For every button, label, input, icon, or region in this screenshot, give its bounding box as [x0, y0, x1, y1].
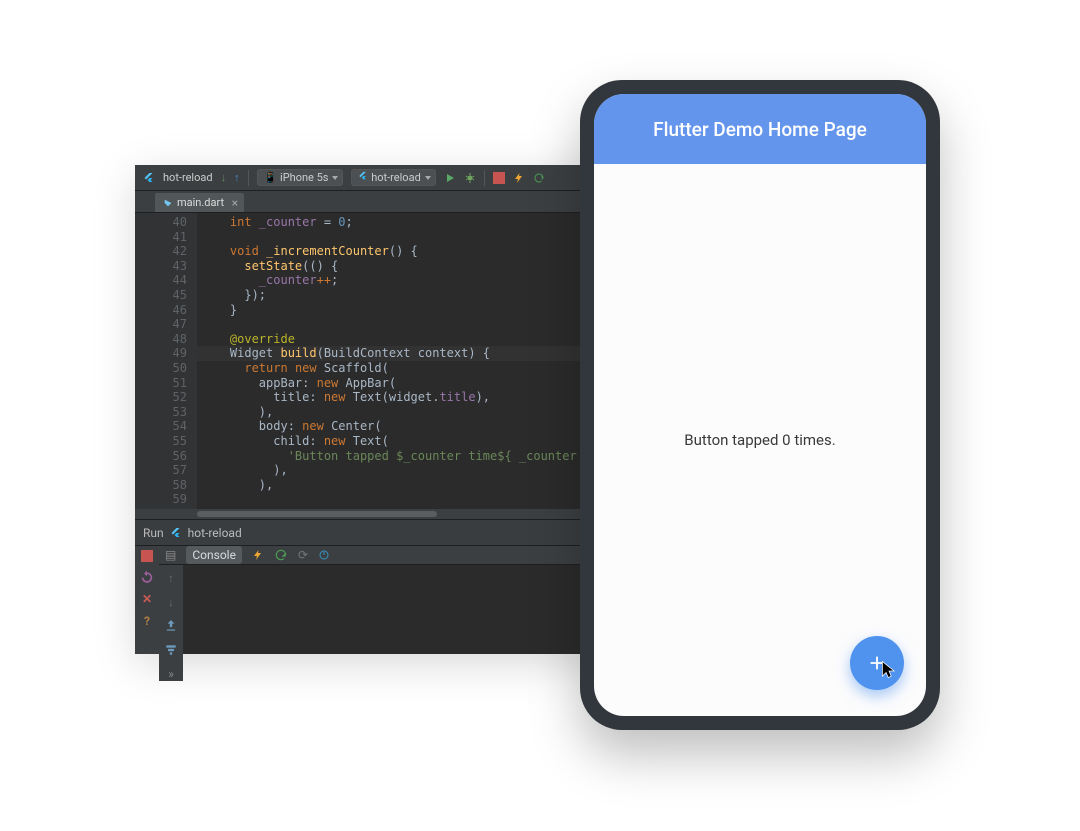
fab-increment[interactable] [850, 636, 904, 690]
toolbar-separator [248, 170, 249, 186]
code-line[interactable]: return new Scaffold( [197, 361, 605, 376]
console-header: ▤ Console ⟳ [159, 546, 605, 565]
filter-icon[interactable] [164, 643, 178, 657]
editor-horizontal-scrollbar[interactable] [135, 509, 605, 519]
code-line[interactable]: void _incrementCounter() { [197, 244, 605, 259]
code-line[interactable]: Widget build(BuildContext context) { [197, 346, 605, 361]
bolt-icon[interactable] [252, 549, 264, 561]
bolt-icon[interactable] [513, 172, 525, 184]
device-frame: Flutter Demo Home Page Button tapped 0 t… [580, 80, 940, 730]
debug-icon[interactable] [464, 172, 476, 184]
device-selector-label: iPhone 5s [280, 171, 328, 184]
hot-restart-icon[interactable] [274, 548, 288, 562]
console-pane: ▤ Console ⟳ ↑ ↓ [159, 546, 605, 654]
line-number-gutter: 4041424344454647484950515253545556575859 [135, 213, 197, 509]
code-line[interactable] [197, 317, 605, 332]
code-line[interactable]: int _counter = 0; [197, 215, 605, 230]
run-panel-project: hot-reload [188, 526, 242, 540]
tab-main-dart[interactable]: main.dart [155, 193, 244, 212]
console-tab[interactable]: Console [186, 546, 242, 564]
run-icon[interactable] [444, 172, 456, 184]
hot-reload-icon[interactable] [533, 172, 545, 184]
code-line[interactable]: }); [197, 288, 605, 303]
rerun-icon[interactable] [140, 570, 154, 584]
vcs-arrow-up-icon[interactable]: ↑ [234, 171, 240, 184]
dart-file-icon [163, 198, 173, 208]
app-body: Button tapped 0 times. [594, 164, 926, 716]
code-line[interactable]: child: new Text( [197, 434, 605, 449]
run-panel-title-prefix: Run [143, 526, 164, 540]
code-editor[interactable]: 4041424344454647484950515253545556575859… [135, 213, 605, 509]
code-line[interactable]: ), [197, 405, 605, 420]
device-screen: Flutter Demo Home Page Button tapped 0 t… [594, 94, 926, 716]
console-output[interactable] [183, 565, 605, 681]
run-panel-header[interactable]: Run hot-reload [135, 519, 605, 545]
up-arrow-icon[interactable]: ↑ [168, 571, 174, 585]
device-selector[interactable]: 📱 iPhone 5s [257, 169, 344, 186]
counter-text: Button tapped 0 times. [684, 431, 835, 449]
code-line[interactable]: title: new Text(widget.title), [197, 390, 605, 405]
tab-label: main.dart [177, 196, 224, 209]
editor-tab-bar: main.dart [135, 191, 605, 213]
run-panel-body: ✕ ? ▤ Console ⟳ [135, 545, 605, 654]
expand-icon[interactable]: » [168, 667, 174, 681]
close-icon[interactable]: ✕ [142, 592, 152, 606]
toolbar-separator [484, 170, 485, 186]
project-name[interactable]: hot-reload [163, 171, 213, 184]
layout-icon[interactable]: ▤ [165, 548, 176, 562]
plus-icon [866, 652, 888, 674]
run-config-selector[interactable]: hot-reload [351, 169, 435, 186]
app-bar: Flutter Demo Home Page [594, 94, 926, 164]
power-icon[interactable] [318, 549, 330, 561]
code-line[interactable]: setState(() { [197, 259, 605, 274]
run-panel-tool-column: ✕ ? [135, 546, 159, 654]
export-icon[interactable] [164, 619, 178, 633]
flutter-icon [143, 172, 155, 184]
run-config-label: hot-reload [371, 171, 421, 184]
stop-icon[interactable] [141, 550, 153, 562]
flutter-icon [170, 527, 182, 539]
code-line[interactable] [197, 230, 605, 245]
code-line[interactable]: @override [197, 332, 605, 347]
code-area[interactable]: int _counter = 0; void _incrementCounter… [197, 213, 605, 509]
code-line[interactable]: body: new Center( [197, 419, 605, 434]
stop-icon[interactable] [493, 172, 505, 184]
code-line[interactable]: 'Button tapped $_counter time${ _counter… [197, 449, 605, 464]
code-line[interactable]: ), [197, 463, 605, 478]
ide-window: hot-reload ↓ ↑ 📱 iPhone 5s hot-reload [135, 165, 605, 654]
code-line[interactable] [197, 492, 605, 507]
code-line[interactable]: ), [197, 478, 605, 493]
app-title: Flutter Demo Home Page [653, 118, 867, 141]
scrollbar-thumb[interactable] [197, 511, 437, 517]
ide-toolbar: hot-reload ↓ ↑ 📱 iPhone 5s hot-reload [135, 165, 605, 191]
code-line[interactable]: } [197, 303, 605, 318]
code-line[interactable]: _counter++; [197, 273, 605, 288]
down-arrow-icon[interactable]: ↓ [168, 595, 174, 609]
vcs-arrow-down-icon[interactable]: ↓ [221, 171, 227, 184]
help-icon[interactable]: ? [144, 614, 150, 628]
observatory-icon[interactable]: ⟳ [298, 548, 308, 562]
code-line[interactable]: appBar: new AppBar( [197, 376, 605, 391]
